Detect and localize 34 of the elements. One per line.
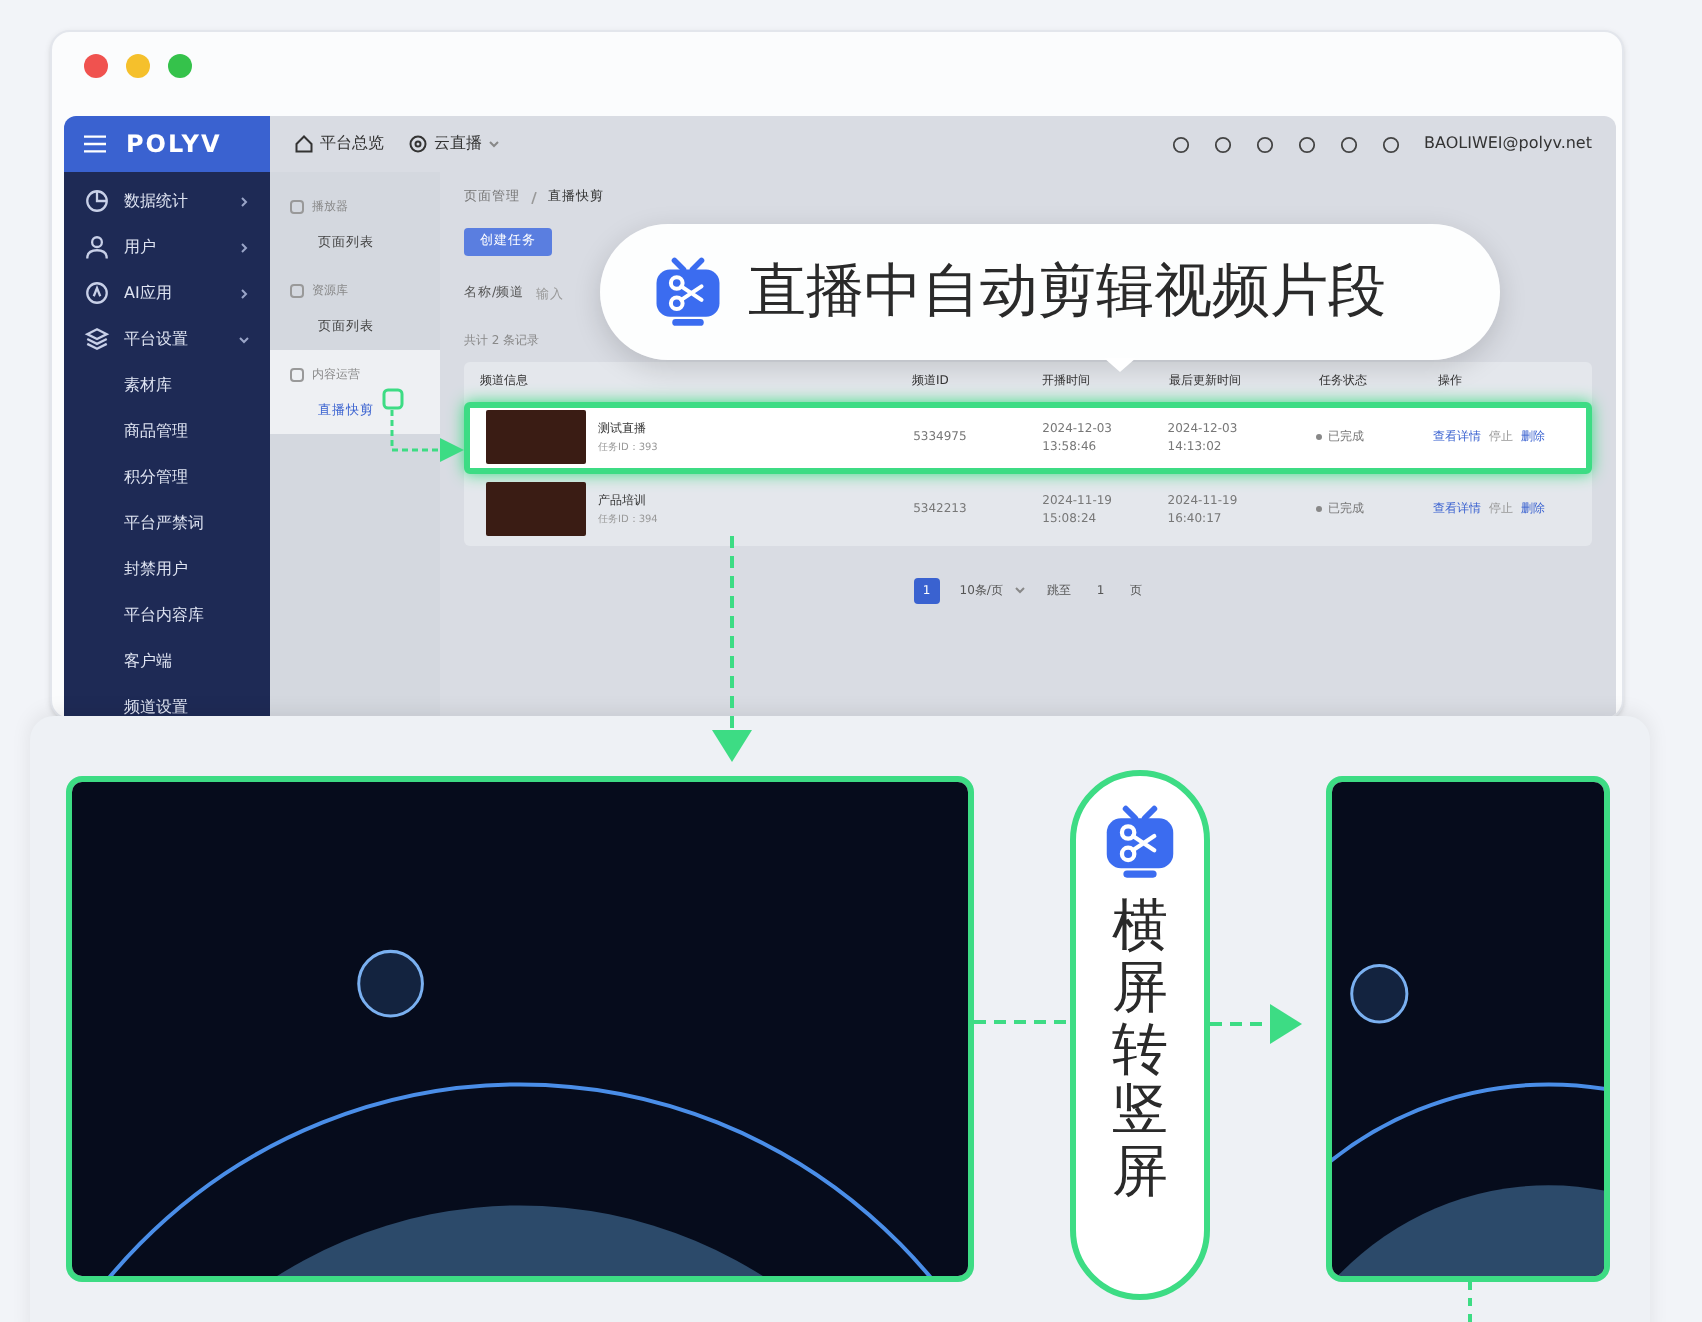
conversion-label: 横屏转竖屏 [1112,896,1168,1204]
chart-icon [84,188,110,214]
top-nav-link[interactable]: 平台总览 [294,132,384,156]
sidebar-subitem[interactable]: 商品管理 [64,408,270,454]
sidebar-subitem[interactable]: 客户端 [64,638,270,684]
group-icon [290,283,304,297]
sidebar-item[interactable]: 用户 [64,224,270,270]
scissors-tv-icon [1102,804,1178,880]
sidebar-subitem[interactable]: 平台内容库 [64,592,270,638]
user-icon [84,234,110,260]
sidebar-subitem[interactable]: 封禁用户 [64,546,270,592]
chevron-down-icon [488,138,500,150]
sidebar-item[interactable]: 数据统计 [64,178,270,224]
ai-icon [84,280,110,306]
sidebar-subitem[interactable]: 素材库 [64,362,270,408]
logo: POLYV [126,128,222,162]
video-thumbnail [486,482,586,537]
chevron-down-icon [1014,584,1027,597]
group-icon [290,199,304,213]
callout-text: 直播中自动剪辑视频片段 [748,254,1386,329]
sidebar-item[interactable]: AI应用 [64,270,270,316]
breadcrumb-separator-icon [530,191,538,204]
sidebar-item[interactable]: 平台设置 [64,316,270,362]
home-icon [294,134,314,154]
scissors-tv-icon [652,256,724,328]
sidebar-subitem[interactable]: 频道设置 [64,684,270,716]
sidebar-subitem[interactable]: 积分管理 [64,454,270,500]
layers-icon [84,326,110,352]
user-account[interactable]: BAOLIWEI@polyv.net [1424,132,1592,156]
video-thumbnail [486,410,586,465]
sidebar-subitem[interactable]: 平台严禁词 [64,500,270,546]
menu-icon[interactable] [84,134,106,154]
group-icon [290,367,304,381]
top-nav-link[interactable]: 云直播 [408,132,500,156]
